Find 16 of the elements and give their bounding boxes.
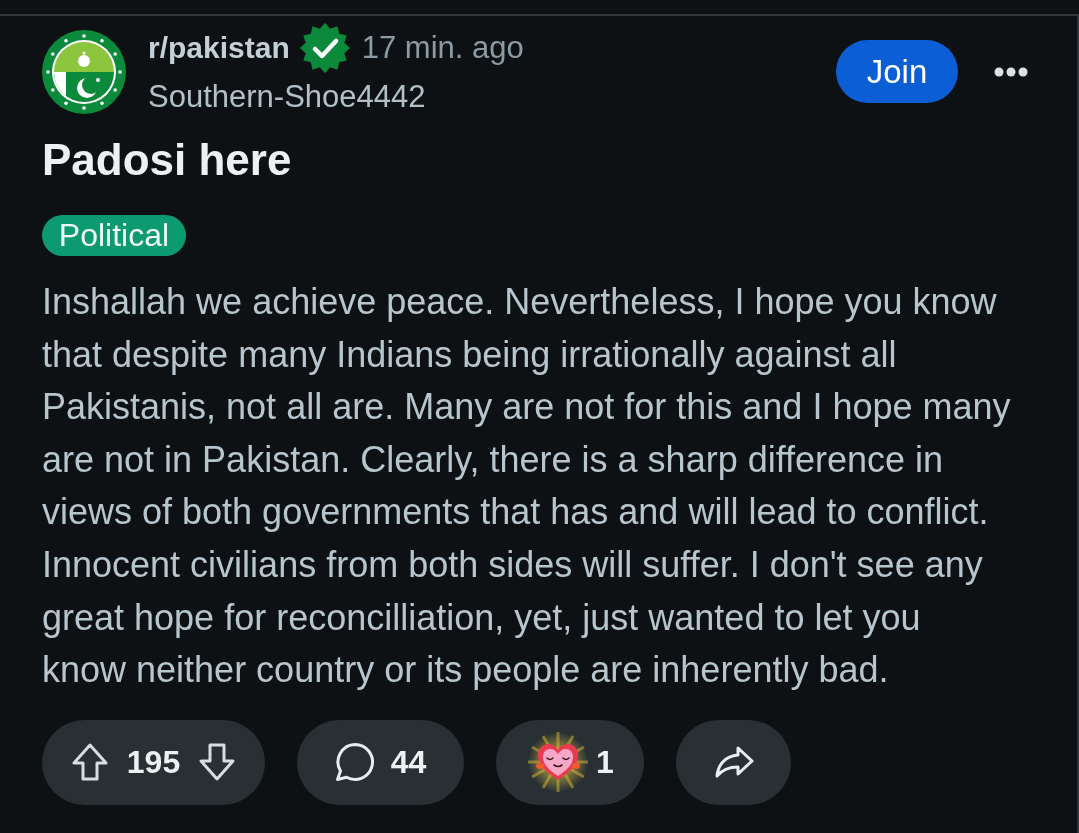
- subreddit-name[interactable]: r/pakistan: [148, 30, 290, 66]
- comment-bubble-icon[interactable]: [334, 742, 375, 783]
- comments-button[interactable]: 44: [297, 719, 464, 805]
- downvote-icon[interactable]: [198, 742, 237, 783]
- author-name[interactable]: Southern-Shoe4442: [148, 79, 426, 115]
- post-title: Padosi here: [42, 134, 292, 186]
- join-button[interactable]: Join: [836, 40, 958, 103]
- community-avatar-icon[interactable]: [42, 30, 126, 114]
- more-options-icon[interactable]: [994, 66, 1028, 77]
- share-arrow-icon[interactable]: [713, 745, 754, 780]
- award-button[interactable]: 1: [496, 719, 644, 805]
- upvote-icon[interactable]: [70, 742, 109, 783]
- vote-score: 195: [126, 743, 181, 783]
- post-time: 17 min. ago: [361, 30, 524, 66]
- post-body-text: Inshallah we achieve peace. Nevertheless, I hope you know that despite many Indians being irrationally against all Pakistanis, not all are. Many are not for this and I hope many are not in Pakistan. Clearly, there is a sharp difference in views of both governments that has and will lead to conflict. Innocent civilians from both sides will suffer. I don't see any great hope for reconcilliation, yet, just wanted to let you know neither country or its people are inherently bad.: [42, 280, 1011, 693]
- heart-award-icon[interactable]: [526, 730, 591, 795]
